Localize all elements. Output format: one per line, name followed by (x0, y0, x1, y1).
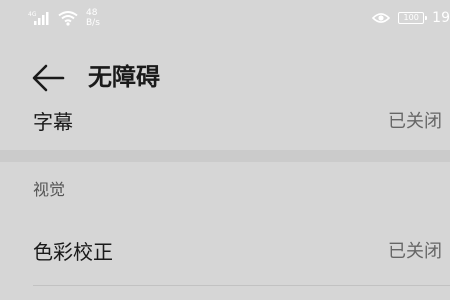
setting-row-value: 已关闭 (388, 241, 442, 262)
setting-row-label: 色彩校正 (33, 240, 113, 264)
setting-row-subtitles[interactable]: 字幕 已关闭 (0, 100, 450, 150)
battery-level: 100 (403, 13, 419, 22)
arrow-left-icon (30, 62, 66, 94)
battery-icon: 100 (398, 12, 428, 24)
clock: 19 (432, 10, 450, 26)
network-speed-value: 48 (86, 8, 98, 18)
app-header: 无障碍 (0, 48, 450, 108)
network-speed-unit: B/s (86, 18, 100, 28)
setting-row-color-correction[interactable]: 色彩校正 已关闭 (0, 225, 450, 283)
network-speed: 48 B/s (86, 8, 100, 28)
row-divider (33, 285, 450, 286)
setting-row-label: 字幕 (33, 110, 73, 134)
section-header-vision: 视觉 (33, 180, 66, 199)
status-bar-right: 100 19 (372, 7, 450, 29)
page-title: 无障碍 (88, 63, 160, 91)
accessibility-screen: 4G 48 B/s 100 19 无障碍 字幕 已关闭 视觉 色彩校正 已关闭 (0, 0, 450, 300)
setting-row-value: 已关闭 (388, 111, 442, 132)
network-type-label: 4G (28, 11, 37, 18)
eye-icon (372, 12, 391, 24)
wifi-icon (58, 10, 78, 26)
signal-icon: 4G (28, 10, 50, 26)
status-bar: 4G 48 B/s 100 19 (0, 0, 450, 34)
section-divider (0, 150, 450, 162)
status-bar-left: 4G 48 B/s (28, 8, 100, 28)
back-button[interactable] (30, 62, 66, 94)
